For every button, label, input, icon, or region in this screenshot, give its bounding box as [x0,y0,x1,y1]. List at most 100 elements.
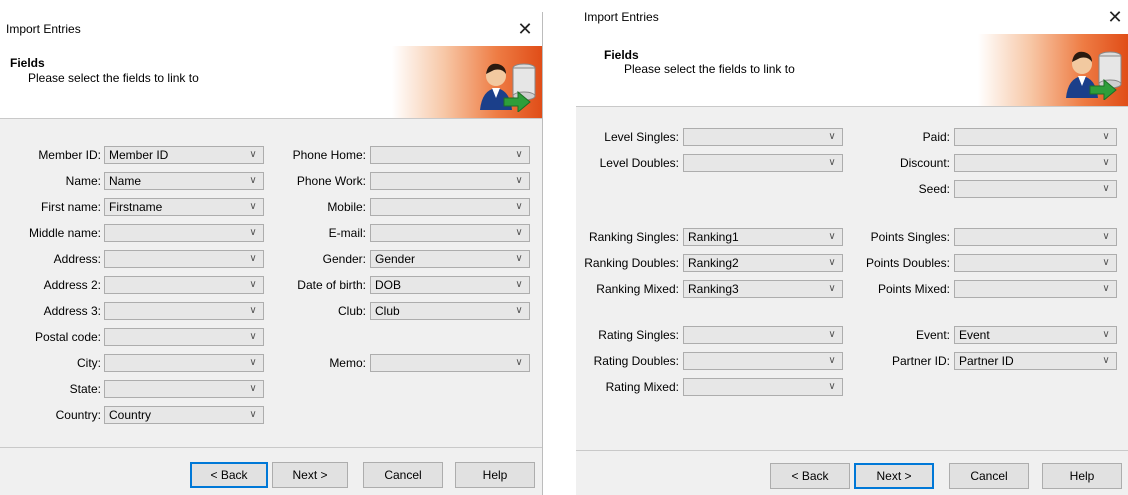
postal-code-select[interactable]: ∨ [104,328,264,346]
ranking-singles-select[interactable]: Ranking1 ∨ [683,228,843,246]
rating-singles-select[interactable]: ∨ [683,326,843,344]
chevron-down-icon[interactable]: ∨ [247,277,259,293]
discount-select[interactable]: ∨ [954,154,1117,172]
chevron-down-icon[interactable]: ∨ [513,199,525,215]
chevron-down-icon[interactable]: ∨ [826,353,838,369]
help-button[interactable]: Help [455,462,535,488]
help-button[interactable]: Help [1042,463,1122,489]
chevron-down-icon[interactable]: ∨ [513,173,525,189]
footer-divider [0,447,542,448]
address-3-label: Address 3: [43,304,101,318]
chevron-down-icon[interactable]: ∨ [513,147,525,163]
chevron-down-icon[interactable]: ∨ [513,303,525,319]
chevron-down-icon[interactable]: ∨ [1100,281,1112,297]
address-2-label: Address 2: [43,278,101,292]
rating-doubles-label: Rating Doubles: [593,354,679,368]
chevron-down-icon[interactable]: ∨ [247,407,259,423]
discount-label: Discount: [899,156,950,170]
chevron-down-icon[interactable]: ∨ [1100,181,1112,197]
phone-work-select[interactable]: ∨ [370,172,530,190]
next-button[interactable]: Next > [854,463,934,489]
chevron-down-icon[interactable]: ∨ [1100,155,1112,171]
partner-id-select-value: Partner ID [959,354,1014,368]
gender-select[interactable]: Gender ∨ [370,250,530,268]
club-select-value: Club [375,304,400,318]
chevron-down-icon[interactable]: ∨ [826,327,838,343]
chevron-down-icon[interactable]: ∨ [1100,129,1112,145]
member-id-select[interactable]: Member ID ∨ [104,146,264,164]
chevron-down-icon[interactable]: ∨ [513,277,525,293]
back-button[interactable]: < Back [770,463,850,489]
rating-mixed-select[interactable]: ∨ [683,378,843,396]
chevron-down-icon[interactable]: ∨ [247,381,259,397]
mobile-select[interactable]: ∨ [370,198,530,216]
country-select[interactable]: Country ∨ [104,406,264,424]
back-button[interactable]: < Back [190,462,268,488]
state-select[interactable]: ∨ [104,380,264,398]
level-doubles-select[interactable]: ∨ [683,154,843,172]
event-select[interactable]: Event ∨ [954,326,1117,344]
chevron-down-icon[interactable]: ∨ [247,199,259,215]
ranking-doubles-select[interactable]: Ranking2 ∨ [683,254,843,272]
points-doubles-select[interactable]: ∨ [954,254,1117,272]
country-label: Country: [55,408,101,422]
postal-code-label: Postal code: [34,330,101,344]
chevron-down-icon[interactable]: ∨ [826,129,838,145]
next-button[interactable]: Next > [272,462,348,488]
club-select[interactable]: Club ∨ [370,302,530,320]
paid-select[interactable]: ∨ [954,128,1117,146]
window-title: Import Entries [6,22,81,36]
chevron-down-icon[interactable]: ∨ [826,229,838,245]
close-icon[interactable]: ✕ [1102,6,1128,28]
memo-select[interactable]: ∨ [370,354,530,372]
chevron-down-icon[interactable]: ∨ [247,173,259,189]
name-select[interactable]: Name ∨ [104,172,264,190]
first-name-select[interactable]: Firstname ∨ [104,198,264,216]
points-singles-select[interactable]: ∨ [954,228,1117,246]
middle-name-select[interactable]: ∨ [104,224,264,242]
name-select-value: Name [109,174,142,188]
chevron-down-icon[interactable]: ∨ [247,251,259,267]
e-mail-select[interactable]: ∨ [370,224,530,242]
chevron-down-icon[interactable]: ∨ [513,251,525,267]
level-singles-select[interactable]: ∨ [683,128,843,146]
chevron-down-icon[interactable]: ∨ [247,147,259,163]
ranking-mixed-select-value: Ranking3 [688,282,739,296]
partner-id-select[interactable]: Partner ID ∨ [954,352,1117,370]
seed-select[interactable]: ∨ [954,180,1117,198]
ranking-mixed-label: Ranking Mixed: [596,282,679,296]
ranking-mixed-select[interactable]: Ranking3 ∨ [683,280,843,298]
city-select[interactable]: ∨ [104,354,264,372]
chevron-down-icon[interactable]: ∨ [1100,353,1112,369]
close-icon[interactable]: ✕ [512,18,538,40]
chevron-down-icon[interactable]: ∨ [247,355,259,371]
ranking-doubles-label: Ranking Doubles: [584,256,679,270]
address-3-select[interactable]: ∨ [104,302,264,320]
chevron-down-icon[interactable]: ∨ [247,225,259,241]
phone-work-label: Phone Work: [296,174,366,188]
chevron-down-icon[interactable]: ∨ [1100,327,1112,343]
chevron-down-icon[interactable]: ∨ [826,379,838,395]
chevron-down-icon[interactable]: ∨ [826,281,838,297]
cancel-button[interactable]: Cancel [363,462,443,488]
phone-home-select[interactable]: ∨ [370,146,530,164]
chevron-down-icon[interactable]: ∨ [826,155,838,171]
city-label: City: [77,356,101,370]
chevron-down-icon[interactable]: ∨ [513,355,525,371]
points-mixed-select[interactable]: ∨ [954,280,1117,298]
chevron-down-icon[interactable]: ∨ [1100,229,1112,245]
address-select[interactable]: ∨ [104,250,264,268]
rating-doubles-select[interactable]: ∨ [683,352,843,370]
address-2-select[interactable]: ∨ [104,276,264,294]
date-of-birth-label: Date of birth: [297,278,366,292]
chevron-down-icon[interactable]: ∨ [1100,255,1112,271]
date-of-birth-select[interactable]: DOB ∨ [370,276,530,294]
user-database-import-icon [474,54,538,112]
chevron-down-icon[interactable]: ∨ [826,255,838,271]
points-mixed-label: Points Mixed: [877,282,950,296]
chevron-down-icon[interactable]: ∨ [247,303,259,319]
chevron-down-icon[interactable]: ∨ [247,329,259,345]
cancel-button[interactable]: Cancel [949,463,1029,489]
e-mail-label: E-mail: [328,226,366,240]
chevron-down-icon[interactable]: ∨ [513,225,525,241]
